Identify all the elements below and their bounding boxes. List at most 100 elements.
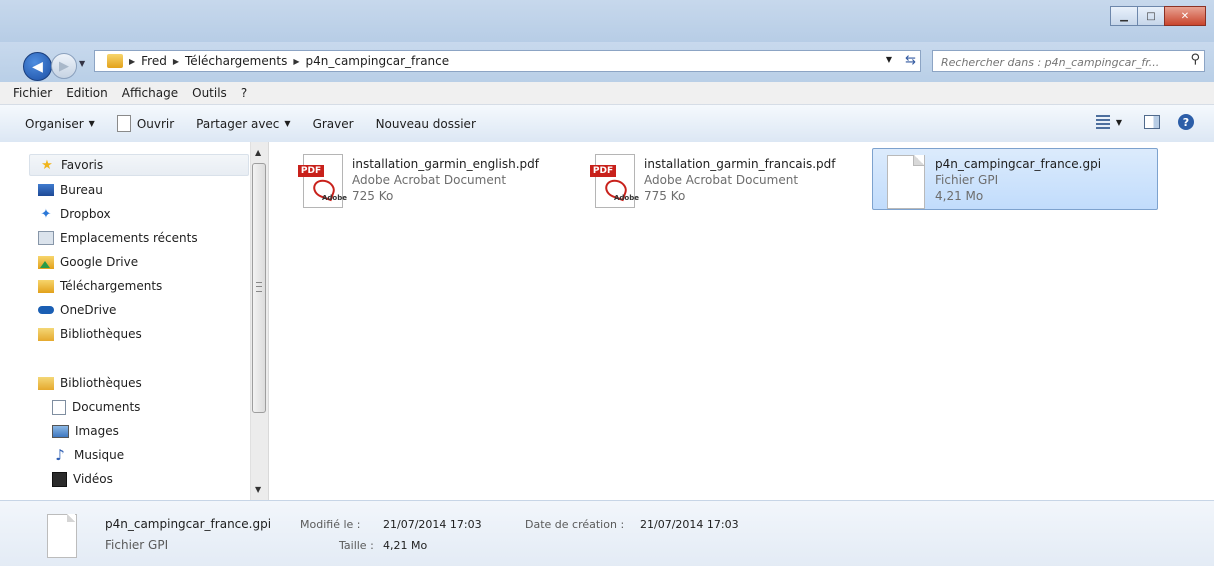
- refresh-icon[interactable]: ⇆: [905, 53, 916, 68]
- pdf-label: PDF: [590, 165, 616, 177]
- sidebar-item-libraries[interactable]: Bibliothèques: [38, 372, 142, 394]
- menu-bar: Fichier Edition Affichage Outils ?: [0, 82, 1214, 105]
- google-drive-folder-icon: [38, 255, 54, 269]
- sidebar-item-label: Google Drive: [60, 255, 139, 269]
- scroll-up-arrow-icon[interactable]: ▲: [255, 148, 261, 157]
- chevron-right-icon[interactable]: ▶: [173, 57, 179, 66]
- breadcrumb-downloads[interactable]: Téléchargements: [185, 54, 287, 68]
- window-controls: ▁ □ ✕: [1110, 6, 1206, 26]
- command-bar: Organiser ▼ Ouvrir Partager avec ▼ Graver …: [0, 105, 1214, 143]
- pictures-icon: [52, 424, 69, 438]
- organize-label: Organiser: [25, 116, 84, 131]
- sidebar-item-google-drive[interactable]: Google Drive: [38, 251, 138, 273]
- details-file-type: Fichier GPI: [105, 538, 169, 552]
- search-icon[interactable]: ⚲: [1190, 52, 1200, 67]
- file-item[interactable]: PDF Adobe installation_garmin_francais.p…: [581, 148, 867, 210]
- history-dropdown-icon[interactable]: ▼: [79, 59, 85, 68]
- video-film-icon: [52, 471, 67, 487]
- sidebar-item-downloads[interactable]: Téléchargements: [38, 275, 162, 297]
- search-input[interactable]: [939, 52, 1183, 72]
- file-item-selected[interactable]: p4n_campingcar_france.gpi Fichier GPI 4,…: [872, 148, 1158, 210]
- sidebar-item-images[interactable]: Images: [52, 420, 119, 442]
- adobe-label: Adobe: [614, 194, 639, 202]
- file-item[interactable]: PDF Adobe installation_garmin_english.pd…: [289, 148, 575, 210]
- share-button[interactable]: Partager avec ▼: [185, 117, 301, 131]
- recent-places-icon: [38, 231, 54, 245]
- sidebar-item-onedrive[interactable]: OneDrive: [38, 299, 116, 321]
- breadcrumb-current-folder[interactable]: p4n_campingcar_france: [305, 54, 449, 68]
- change-view-icon[interactable]: [1095, 115, 1110, 129]
- sidebar-item-favorites[interactable]: ★ Favoris: [29, 154, 249, 176]
- organize-button[interactable]: Organiser ▼: [0, 117, 106, 131]
- music-note-icon: ♪: [55, 446, 65, 464]
- sidebar-item-label: Dropbox: [60, 207, 111, 221]
- blank-page-icon: [116, 115, 131, 132]
- file-type: Adobe Acrobat Document: [352, 173, 507, 187]
- sidebar-item-documents[interactable]: Documents: [52, 396, 140, 418]
- menu-affichage[interactable]: Affichage: [115, 86, 185, 100]
- open-button[interactable]: Ouvrir: [106, 115, 185, 132]
- navigation-pane: ★ Favoris Bureau ✦ Dropbox Emplacements …: [0, 142, 250, 500]
- menu-fichier[interactable]: Fichier: [0, 86, 59, 100]
- chevron-right-icon[interactable]: ▶: [293, 57, 299, 66]
- sidebar-item-music[interactable]: ♪ Musique: [52, 444, 124, 466]
- dropbox-icon: ✦: [40, 206, 52, 222]
- file-size: 725 Ko: [352, 189, 394, 203]
- preview-pane-icon[interactable]: [1144, 115, 1160, 129]
- created-value: 21/07/2014 17:03: [640, 518, 739, 531]
- file-size: 4,21 Mo: [935, 189, 984, 203]
- sidebar-item-label: Bibliothèques: [60, 376, 142, 390]
- minimize-button[interactable]: ▁: [1110, 6, 1138, 26]
- maximize-button[interactable]: □: [1137, 6, 1165, 26]
- navigation-pane-scrollbar[interactable]: ▲ ▼: [250, 142, 268, 500]
- generic-file-icon: [47, 514, 77, 558]
- grip-icon: [256, 282, 262, 292]
- back-button[interactable]: ◀: [23, 52, 52, 81]
- modified-label: Modifié le :: [300, 518, 361, 531]
- file-name: p4n_campingcar_france.gpi: [935, 157, 1102, 171]
- close-button[interactable]: ✕: [1164, 6, 1206, 26]
- generic-file-icon: [878, 152, 925, 209]
- sidebar-item-recent-places[interactable]: Emplacements récents: [38, 227, 198, 249]
- sidebar-item-label: Musique: [74, 448, 125, 462]
- explorer-window: ▁ □ ✕ ◀ ▶ ▼ ▶ Fred ▶ Téléchargements ▶ p…: [0, 0, 1214, 566]
- menu-edition[interactable]: Edition: [59, 86, 115, 100]
- downloads-folder-icon: [38, 279, 54, 293]
- file-type: Fichier GPI: [935, 173, 999, 187]
- sidebar-item-libraries-favorite[interactable]: Bibliothèques: [38, 323, 142, 345]
- file-type: Adobe Acrobat Document: [644, 173, 799, 187]
- chevron-right-icon[interactable]: ▶: [129, 57, 135, 66]
- chevron-down-icon: ▼: [88, 119, 95, 128]
- new-folder-button[interactable]: Nouveau dossier: [365, 117, 487, 131]
- scroll-down-arrow-icon[interactable]: ▼: [255, 485, 261, 494]
- breadcrumb-fred[interactable]: Fred: [141, 54, 167, 68]
- address-bar[interactable]: ▶ Fred ▶ Téléchargements ▶ p4n_campingca…: [94, 50, 921, 72]
- menu-outils[interactable]: Outils: [185, 86, 234, 100]
- scroll-thumb[interactable]: [252, 163, 266, 413]
- sidebar-item-videos[interactable]: Vidéos: [52, 468, 113, 490]
- file-name: installation_garmin_francais.pdf: [644, 157, 836, 171]
- view-controls: ▼ ?: [1095, 114, 1194, 130]
- share-label: Partager avec: [196, 116, 280, 131]
- file-size: 775 Ko: [644, 189, 686, 203]
- documents-icon: [52, 399, 66, 415]
- help-icon[interactable]: ?: [1178, 114, 1194, 130]
- burn-button[interactable]: Graver: [302, 117, 365, 131]
- sidebar-item-dropbox[interactable]: ✦ Dropbox: [38, 203, 111, 225]
- forward-button[interactable]: ▶: [51, 53, 77, 79]
- search-box[interactable]: ⚲: [932, 50, 1205, 72]
- onedrive-cloud-icon: [38, 303, 54, 318]
- modified-value: 21/07/2014 17:03: [383, 518, 482, 531]
- menu-help[interactable]: ?: [234, 86, 254, 100]
- chevron-down-icon[interactable]: ▼: [1116, 118, 1122, 127]
- sidebar-item-label: OneDrive: [60, 303, 117, 317]
- file-list: PDF Adobe installation_garmin_english.pd…: [268, 142, 1214, 500]
- address-dropdown-icon[interactable]: ▼: [886, 55, 892, 64]
- libraries-icon: [38, 376, 54, 390]
- sidebar-item-label: Documents: [72, 400, 141, 414]
- libraries-icon: [38, 327, 54, 341]
- adobe-label: Adobe: [322, 194, 347, 202]
- pdf-icon: PDF Adobe: [295, 152, 347, 208]
- title-bar: ▁ □ ✕: [0, 0, 1214, 42]
- sidebar-item-bureau[interactable]: Bureau: [38, 179, 103, 201]
